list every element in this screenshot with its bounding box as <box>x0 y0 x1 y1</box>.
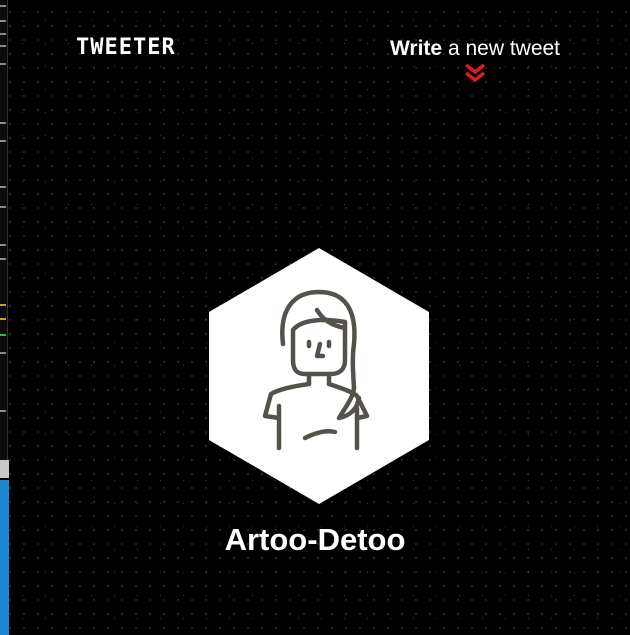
avatar <box>207 248 431 504</box>
hexagon-avatar-frame <box>209 248 429 504</box>
editor-sliver <box>0 0 8 460</box>
double-chevron-down-icon[interactable] <box>463 63 487 83</box>
write-tweet-link[interactable]: Write a new tweet <box>385 37 565 83</box>
compose-strong-text: Write <box>389 37 443 60</box>
brand-logo[interactable]: TWEETER <box>76 35 176 60</box>
compose-rest-text: a new tweet <box>442 37 561 60</box>
profile-name: Artoo-Detoo <box>224 522 406 557</box>
window-edge-grey <box>0 460 9 478</box>
